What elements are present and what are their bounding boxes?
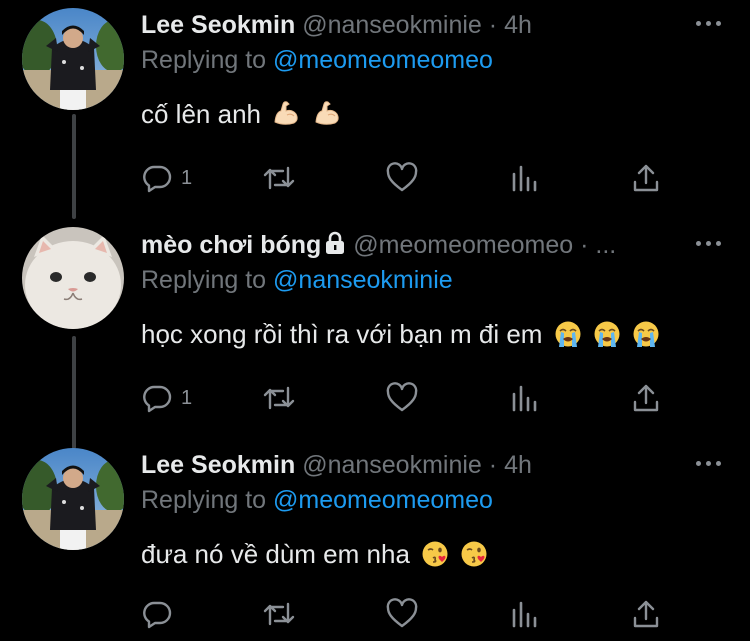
reply-button[interactable] bbox=[141, 596, 181, 632]
retweet-button[interactable] bbox=[261, 596, 297, 632]
analytics-icon bbox=[512, 601, 537, 628]
tweet-text: đưa nó về dùm em nha bbox=[141, 538, 488, 575]
display-name[interactable]: Lee Seokmin bbox=[141, 11, 295, 39]
tweet-text-content: đưa nó về dùm em nha bbox=[141, 539, 410, 569]
retweet-button[interactable] bbox=[261, 160, 297, 196]
tweet-header: Lee Seokmin @nanseokminie · 4h bbox=[141, 450, 532, 480]
separator-dot: · bbox=[488, 11, 498, 39]
reply-icon bbox=[143, 601, 172, 629]
tweet[interactable]: mèo chơi bóng @meomeomeomeo · ... Replyi… bbox=[0, 220, 750, 440]
user-handle[interactable]: @nanseokminie bbox=[302, 451, 482, 479]
analytics-icon bbox=[512, 385, 537, 412]
retweet-icon bbox=[263, 166, 295, 190]
analytics-button[interactable] bbox=[509, 380, 539, 416]
mention-link[interactable]: @nanseokminie bbox=[273, 266, 453, 294]
reply-icon bbox=[143, 165, 172, 193]
avatar[interactable] bbox=[22, 448, 124, 550]
reply-icon bbox=[143, 385, 172, 413]
replying-prefix: Replying to bbox=[141, 486, 267, 514]
mention-link[interactable]: @meomeomeomeo bbox=[273, 486, 493, 514]
retweet-icon bbox=[263, 386, 295, 410]
face-blowing-a-kiss-icon bbox=[460, 540, 488, 575]
tweet-text: cố lên anh bbox=[141, 98, 343, 135]
reply-button[interactable]: 1 bbox=[141, 160, 192, 196]
loudly-crying-face-icon bbox=[632, 320, 660, 355]
timestamp[interactable]: ... bbox=[595, 231, 616, 259]
replying-prefix: Replying to bbox=[141, 46, 267, 74]
loudly-crying-face-icon bbox=[593, 320, 621, 355]
user-handle[interactable]: @meomeomeomeo bbox=[353, 231, 573, 259]
loudly-crying-face-icon bbox=[554, 320, 582, 355]
share-icon bbox=[633, 600, 659, 628]
lock-icon bbox=[324, 231, 346, 262]
face-blowing-a-kiss-icon bbox=[421, 540, 449, 575]
tweet[interactable]: Lee Seokmin @nanseokminie · 4h Replying … bbox=[0, 0, 750, 220]
replying-to: Replying to @nanseokminie bbox=[141, 265, 453, 295]
display-name[interactable]: Lee Seokmin bbox=[141, 451, 295, 479]
reply-count: 1 bbox=[181, 166, 193, 189]
retweet-button[interactable] bbox=[261, 380, 297, 416]
share-icon bbox=[633, 384, 659, 412]
tweet-actions: 1 bbox=[141, 160, 671, 196]
replying-to: Replying to @meomeomeomeo bbox=[141, 45, 493, 75]
tweet[interactable]: Lee Seokmin @nanseokminie · 4h Replying … bbox=[0, 440, 750, 641]
display-name[interactable]: mèo chơi bóng bbox=[141, 231, 321, 259]
retweet-icon bbox=[263, 602, 295, 626]
like-button[interactable] bbox=[385, 380, 419, 416]
reply-button[interactable]: 1 bbox=[141, 380, 192, 416]
share-button[interactable] bbox=[631, 160, 661, 196]
share-icon bbox=[633, 164, 659, 192]
analytics-button[interactable] bbox=[509, 596, 539, 632]
tweet-actions: 1 bbox=[141, 380, 671, 416]
like-button[interactable] bbox=[385, 596, 419, 632]
tweet-actions bbox=[141, 596, 671, 632]
like-icon bbox=[386, 382, 418, 412]
replying-to: Replying to @meomeomeomeo bbox=[141, 485, 493, 515]
tweet-header: mèo chơi bóng @meomeomeomeo · ... bbox=[141, 230, 616, 262]
timestamp[interactable]: 4h bbox=[504, 451, 532, 479]
avatar[interactable] bbox=[22, 8, 124, 110]
more-icon[interactable] bbox=[696, 452, 722, 474]
more-icon[interactable] bbox=[696, 232, 722, 254]
tweet-text-content: cố lên anh bbox=[141, 99, 261, 129]
like-button[interactable] bbox=[385, 160, 419, 196]
mention-link[interactable]: @meomeomeomeo bbox=[273, 46, 493, 74]
reply-count: 1 bbox=[181, 386, 193, 409]
share-button[interactable] bbox=[631, 380, 661, 416]
analytics-icon bbox=[512, 165, 537, 192]
separator-dot: · bbox=[488, 451, 498, 479]
flexed-biceps-icon bbox=[272, 98, 302, 135]
tweet-text: học xong rồi thì ra với bạn m đi em bbox=[141, 318, 660, 355]
avatar[interactable] bbox=[22, 227, 124, 329]
like-icon bbox=[386, 598, 418, 628]
user-handle[interactable]: @nanseokminie bbox=[302, 11, 482, 39]
timestamp[interactable]: 4h bbox=[504, 11, 532, 39]
separator-dot: · bbox=[580, 231, 589, 259]
flexed-biceps-icon bbox=[313, 98, 343, 135]
replying-prefix: Replying to bbox=[141, 266, 267, 294]
share-button[interactable] bbox=[631, 596, 661, 632]
like-icon bbox=[386, 162, 418, 192]
analytics-button[interactable] bbox=[509, 160, 539, 196]
more-icon[interactable] bbox=[696, 12, 722, 34]
tweet-text-content: học xong rồi thì ra với bạn m đi em bbox=[141, 319, 543, 349]
tweet-header: Lee Seokmin @nanseokminie · 4h bbox=[141, 10, 532, 40]
